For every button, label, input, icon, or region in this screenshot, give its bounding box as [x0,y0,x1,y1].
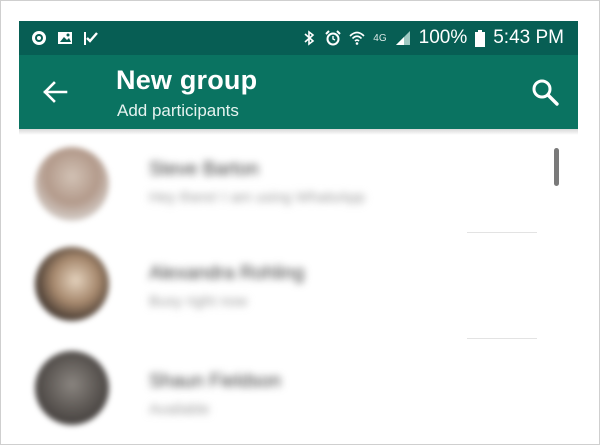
status-bar-system: 4G 100% 5:43 PM [301,27,578,49]
contact-status: Available [149,401,210,418]
avatar [35,351,109,425]
status-bar-notifications [19,30,99,46]
circle-notification-icon [32,31,46,45]
image-notification-icon [58,32,72,44]
phone-screen: 4G 100% 5:43 PM New group Add participan… [19,21,578,435]
contact-status: Busy right now [149,293,248,310]
back-arrow-icon[interactable] [41,78,69,106]
alarm-icon [325,30,341,46]
contact-status: Hey there! I am using WhatsApp [149,189,365,206]
avatar [35,147,109,221]
clock-time: 5:43 PM [493,27,564,48]
contact-list: Steve Barton Hey there! I am using Whats… [19,135,578,435]
signal-icon [395,31,410,45]
wifi-icon [349,31,365,45]
battery-icon [475,29,486,47]
app-bar: New group Add participants [19,55,578,129]
avatar [35,247,109,321]
status-bar: 4G 100% 5:43 PM [19,21,578,55]
scrollbar-thumb[interactable] [554,148,559,186]
page-subtitle: Add participants [117,101,239,120]
contact-name: Steve Barton [149,159,259,180]
search-icon[interactable] [530,77,560,107]
bluetooth-icon [304,30,315,46]
contact-name: Alexandra Rohling [149,263,305,284]
contact-name: Shaun Fieldson [149,371,282,392]
screenshot-frame: 4G 100% 5:43 PM New group Add participan… [0,0,600,445]
battery-percent: 100% [418,27,468,48]
contact-row[interactable]: Alexandra Rohling Busy right now [19,233,578,339]
network-type-label: 4G [373,32,387,44]
contact-row[interactable]: Steve Barton Hey there! I am using Whats… [19,135,578,233]
page-title: New group [116,65,258,95]
contact-row[interactable]: Shaun Fieldson Available [19,339,578,435]
check-flag-icon [84,32,98,45]
